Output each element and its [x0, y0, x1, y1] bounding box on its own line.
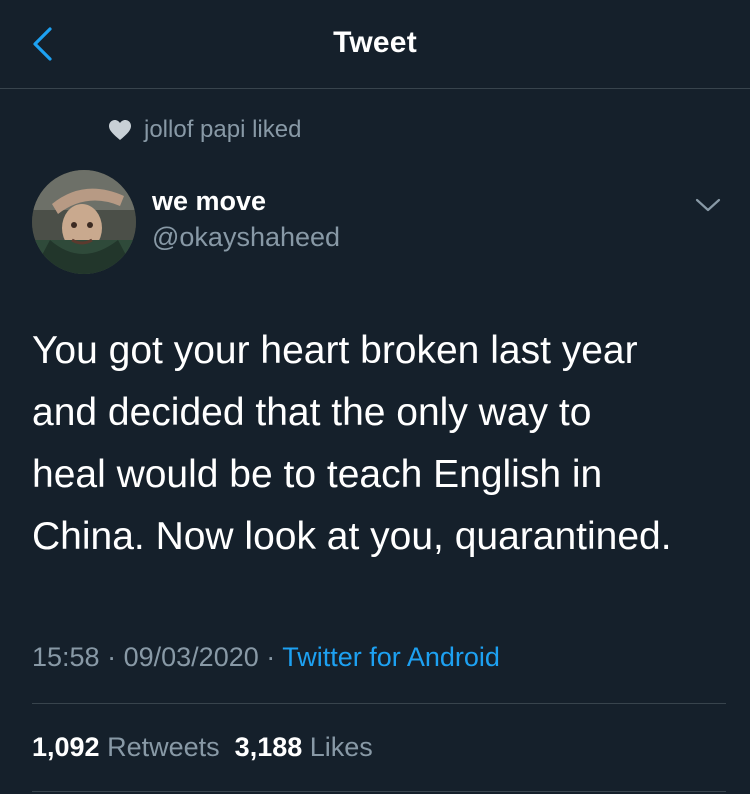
social-context-text: jollof papi liked: [144, 116, 302, 143]
tweet-date: 09/03/2020: [123, 642, 259, 672]
social-context: jollof papi liked: [108, 113, 301, 147]
tweet-source-link[interactable]: Twitter for Android: [282, 642, 500, 672]
author-handle: @okayshaheed: [152, 222, 341, 252]
likes-stat[interactable]: 3,188 Likes: [235, 732, 373, 762]
chevron-down-icon: [695, 198, 721, 212]
tweet-time: 15:58: [32, 642, 100, 672]
divider: [32, 791, 726, 792]
tweet-text: You got your heart broken last year and …: [32, 329, 672, 558]
retweets-label: Retweets: [107, 732, 220, 762]
tweet-meta: 15:58 · 09/03/2020 · Twitter for Android: [32, 640, 500, 674]
meta-separator: ·: [266, 642, 276, 672]
meta-separator: ·: [107, 642, 117, 672]
page-title: Tweet: [333, 26, 417, 59]
likes-label: Likes: [309, 732, 373, 762]
author-display-name[interactable]: we move: [152, 184, 340, 218]
avatar[interactable]: [32, 170, 136, 274]
retweets-stat[interactable]: 1,092 Retweets: [32, 732, 220, 762]
author-block: we move @okayshaheed: [152, 184, 340, 255]
heart-icon: [109, 120, 131, 140]
engagement-stats: 1,092 Retweets 3,188 Likes: [32, 730, 373, 764]
divider: [32, 703, 726, 704]
likes-count: 3,188: [234, 732, 303, 762]
top-bar: Tweet: [0, 0, 750, 89]
more-options-button[interactable]: [690, 190, 726, 220]
retweets-count: 1,092: [32, 732, 100, 762]
avatar-photo: [32, 170, 136, 274]
